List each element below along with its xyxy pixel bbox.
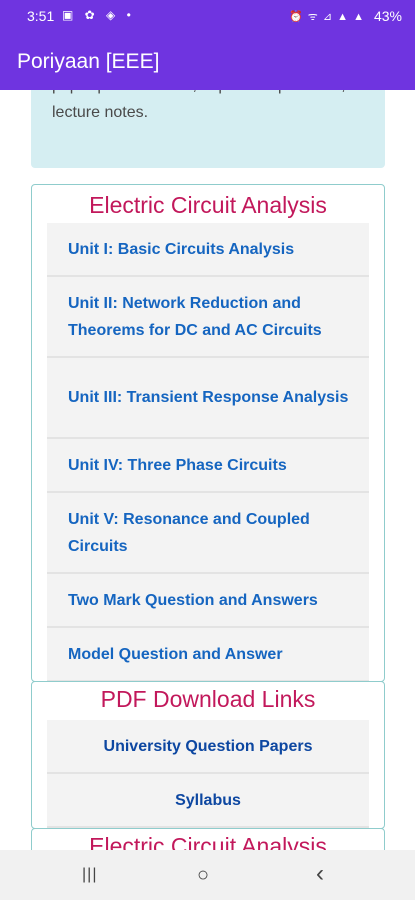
link-syllabus[interactable]: Syllabus [47, 774, 369, 828]
battery-level: 43% [373, 8, 402, 24]
home-button[interactable]: ○ [197, 864, 209, 887]
section-pdf-download: PDF Download Links University Question P… [31, 681, 385, 829]
system-nav-bar: ||| ○ ‹ [0, 850, 415, 900]
back-button[interactable]: ‹ [316, 860, 324, 888]
intro-text: paper pdf download, important questions,… [52, 90, 346, 121]
link-model-question[interactable]: Model Question and Answer [47, 628, 369, 682]
link-two-mark[interactable]: Two Mark Question and Answers [47, 574, 369, 628]
app-bar: Poriyaan [EEE] [0, 33, 415, 90]
link-unit-2[interactable]: Unit II: Network Reduction and Theorems … [47, 277, 369, 358]
link-unit-5[interactable]: Unit V: Resonance and Coupled Circuits [47, 493, 369, 574]
status-bar: 3:51 ▣ ✿ ◈ • ⏰ ᯤ ⊿ ▲ ▲ 43% [0, 0, 415, 33]
page-content[interactable]: paper pdf download, important questions,… [0, 90, 415, 850]
link-unit-4[interactable]: Unit IV: Three Phase Circuits [47, 439, 369, 493]
section-title: Electric Circuit Analysis [89, 833, 327, 850]
link-unit-3[interactable]: Unit III: Transient Response Analysis [47, 358, 369, 439]
section-electric-circuit-analysis: Electric Circuit Analysis Unit I: Basic … [31, 184, 385, 682]
intro-box: paper pdf download, important questions,… [31, 90, 385, 168]
section-title: PDF Download Links [100, 686, 316, 712]
notification-icons: ▣ ✿ ◈ • [62, 8, 135, 22]
signal-icons: ⏰ ᯤ ⊿ ▲ ▲ [289, 11, 365, 23]
recents-button[interactable]: ||| [82, 866, 97, 884]
status-time: 3:51 [27, 8, 55, 24]
link-unit-1[interactable]: Unit I: Basic Circuits Analysis [47, 223, 369, 277]
section-title: Electric Circuit Analysis [89, 192, 327, 218]
app-title: Poriyaan [EEE] [17, 50, 160, 73]
section-electric-circuit-analysis-2: Electric Circuit Analysis [31, 828, 385, 850]
link-university-question-papers[interactable]: University Question Papers [47, 720, 369, 774]
